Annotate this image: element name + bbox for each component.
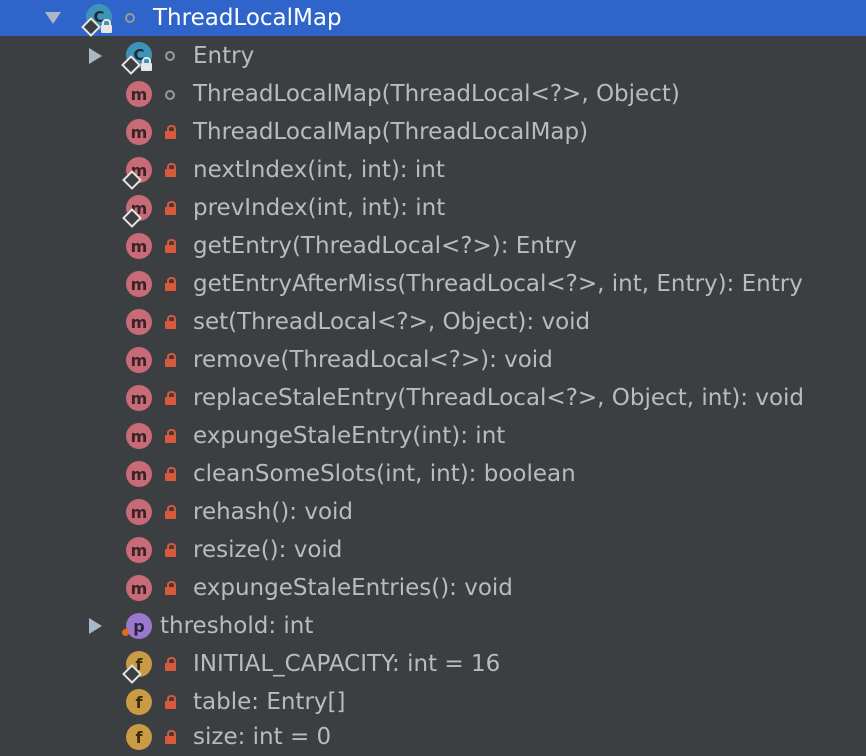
- field-icon: f: [126, 689, 152, 715]
- tree-label: set(ThreadLocal<?>, Object): void: [193, 309, 591, 335]
- tree-label: getEntry(ThreadLocal<?>): Entry: [193, 233, 577, 259]
- tree-row-entry[interactable]: C Entry: [0, 37, 866, 75]
- private-lock-icon: [165, 695, 176, 709]
- method-icon: m: [126, 575, 152, 601]
- tree-row-property[interactable]: p threshold: int: [0, 607, 866, 645]
- tree-label: Entry: [193, 43, 255, 69]
- lock-badge-icon: [101, 19, 112, 33]
- method-icon: m: [126, 271, 152, 297]
- tree-label: nextIndex(int, int): int: [193, 157, 445, 183]
- tree-row-field[interactable]: f table: Entry[]: [0, 683, 866, 721]
- method-icon: m: [126, 119, 152, 145]
- tree-row-method[interactable]: m ThreadLocalMap(ThreadLocal<?>, Object): [0, 75, 866, 113]
- field-icon: f: [126, 724, 152, 750]
- tree-label: threshold: int: [160, 613, 314, 639]
- private-lock-icon: [165, 505, 176, 519]
- tree-label: ThreadLocalMap(ThreadLocalMap): [193, 119, 589, 145]
- tree-row-method[interactable]: m nextIndex(int, int): int: [0, 151, 866, 190]
- method-icon: m: [126, 385, 152, 411]
- collapse-arrow-icon[interactable]: [89, 48, 102, 64]
- private-lock-icon: [165, 543, 176, 557]
- tree-row-method[interactable]: m replaceStaleEntry(ThreadLocal<?>, Obje…: [0, 379, 866, 417]
- tree-label: ThreadLocalMap(ThreadLocal<?>, Object): [193, 81, 680, 107]
- tree-row-field[interactable]: f INITIAL_CAPACITY: int = 16: [0, 645, 866, 684]
- tree-row-method[interactable]: m getEntry(ThreadLocal<?>): Entry: [0, 227, 866, 265]
- tree-label: INITIAL_CAPACITY: int = 16: [193, 651, 501, 677]
- structure-tree: C ThreadLocalMap C Entry m ThreadLocalMa…: [0, 0, 866, 756]
- tree-row-method[interactable]: m resize(): void: [0, 531, 866, 569]
- tree-row-method[interactable]: m expungeStaleEntry(int): int: [0, 417, 866, 455]
- method-icon: m: [126, 423, 152, 449]
- method-icon: m: [126, 309, 152, 335]
- private-lock-icon: [165, 239, 176, 253]
- tree-row-method[interactable]: m getEntryAfterMiss(ThreadLocal<?>, int,…: [0, 265, 866, 303]
- tree-label: prevIndex(int, int): int: [193, 195, 446, 221]
- tree-label: getEntryAfterMiss(ThreadLocal<?>, int, E…: [193, 271, 803, 297]
- collapse-arrow-icon[interactable]: [89, 618, 102, 634]
- package-visibility-icon: [165, 51, 175, 61]
- private-lock-icon: [165, 201, 176, 215]
- private-lock-icon: [165, 163, 176, 177]
- private-lock-icon: [165, 657, 176, 671]
- lock-badge-icon: [141, 57, 152, 71]
- tree-row-field[interactable]: f size: int = 0: [0, 718, 866, 756]
- tree-row-method[interactable]: m ThreadLocalMap(ThreadLocalMap): [0, 113, 866, 151]
- tree-row-method[interactable]: m remove(ThreadLocal<?>): void: [0, 341, 866, 379]
- tree-label: expungeStaleEntry(int): int: [193, 423, 506, 449]
- method-icon: m: [126, 81, 152, 107]
- private-lock-icon: [165, 730, 176, 744]
- tree-label: table: Entry[]: [193, 689, 346, 715]
- tree-row-method[interactable]: m rehash(): void: [0, 493, 866, 531]
- tree-label: replaceStaleEntry(ThreadLocal<?>, Object…: [193, 385, 805, 411]
- private-lock-icon: [165, 391, 176, 405]
- tree-label: remove(ThreadLocal<?>): void: [193, 347, 553, 373]
- package-visibility-icon: [165, 90, 175, 100]
- tree-row-method[interactable]: m cleanSomeSlots(int, int): boolean: [0, 455, 866, 493]
- tree-label: rehash(): void: [193, 499, 354, 525]
- write-access-dot-icon: [122, 629, 129, 636]
- private-lock-icon: [165, 467, 176, 481]
- private-lock-icon: [165, 315, 176, 329]
- property-icon: p: [126, 613, 152, 639]
- tree-row-method[interactable]: m set(ThreadLocal<?>, Object): void: [0, 303, 866, 341]
- package-visibility-icon: [125, 13, 135, 23]
- private-lock-icon: [165, 125, 176, 139]
- private-lock-icon: [165, 429, 176, 443]
- tree-label: size: int = 0: [193, 724, 332, 750]
- private-lock-icon: [165, 353, 176, 367]
- method-icon: m: [126, 347, 152, 373]
- method-icon: m: [126, 537, 152, 563]
- tree-row-method[interactable]: m prevIndex(int, int): int: [0, 189, 866, 228]
- private-lock-icon: [165, 581, 176, 595]
- method-icon: m: [126, 461, 152, 487]
- tree-row-root[interactable]: C ThreadLocalMap: [0, 0, 866, 37]
- tree-label: ThreadLocalMap: [153, 5, 342, 31]
- tree-label: expungeStaleEntries(): void: [193, 575, 513, 601]
- expand-arrow-icon[interactable]: [45, 12, 61, 24]
- private-lock-icon: [165, 277, 176, 291]
- method-icon: m: [126, 233, 152, 259]
- tree-label: cleanSomeSlots(int, int): boolean: [193, 461, 576, 487]
- tree-label: resize(): void: [193, 537, 343, 563]
- tree-row-method[interactable]: m expungeStaleEntries(): void: [0, 569, 866, 607]
- method-icon: m: [126, 499, 152, 525]
